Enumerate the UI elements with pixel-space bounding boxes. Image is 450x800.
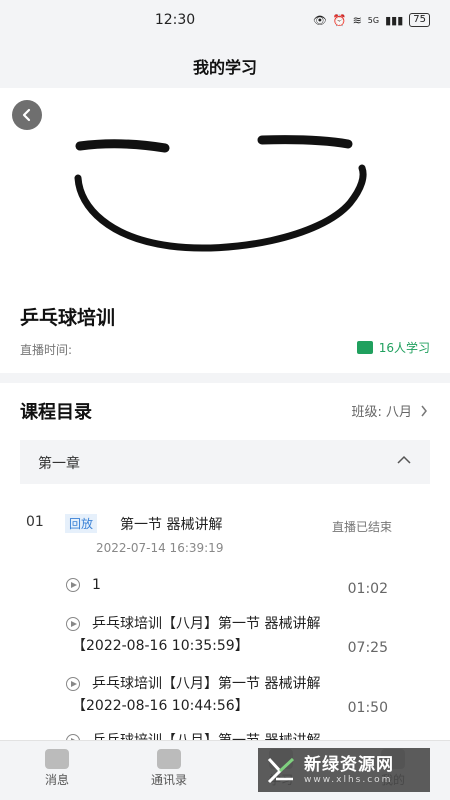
- lesson-number: 01: [26, 514, 44, 530]
- watermark: 新绿资源网 www.xlhs.com: [258, 748, 430, 792]
- status-bar: 12:30 👁 ⏰ ≋ 5G ▮▮▮ 75: [0, 0, 450, 42]
- smiley-drawing: [74, 135, 367, 252]
- live-time-label: 直播时间:: [20, 343, 73, 357]
- tv-icon: [356, 341, 373, 354]
- watermark-title: 新绿资源网: [304, 755, 394, 775]
- play-icon: [66, 617, 80, 631]
- learner-count-label: 16人学习: [378, 341, 430, 355]
- video-duration: 01:50: [347, 700, 388, 716]
- course-cover: [0, 88, 450, 283]
- lesson-status: 直播已结束: [331, 520, 392, 534]
- catalog-title: 课程目录: [20, 402, 92, 423]
- play-icon: [66, 677, 80, 691]
- chevron-right-icon: [421, 405, 427, 416]
- status-time: 12:30: [154, 12, 196, 28]
- lesson-title: 第一节 器械讲解: [120, 517, 223, 533]
- message-icon: [45, 749, 69, 769]
- play-icon: [66, 578, 80, 592]
- video-timestamp: 【2022-08-16 10:35:59】: [72, 638, 249, 654]
- class-label: 班级: 八月: [351, 405, 412, 420]
- eye-icon: 👁: [312, 13, 327, 27]
- chevron-up-icon: [397, 455, 411, 464]
- tab-contacts[interactable]: 通讯录: [124, 741, 214, 800]
- section-divider: [0, 373, 450, 383]
- course-info: 乒乓球培训 直播时间: 16人学习: [0, 283, 450, 373]
- video-duration: 07:25: [347, 640, 388, 656]
- video-timestamp: 【2022-08-16 10:44:56】: [72, 698, 249, 714]
- network-label: 5G: [367, 15, 380, 25]
- chapter-header[interactable]: 第一章: [20, 440, 430, 484]
- page-title: 我的学习: [192, 58, 257, 77]
- status-icons: 👁 ⏰ ≋ 5G ▮▮▮ 75: [313, 13, 430, 27]
- chapter-label: 第一章: [38, 456, 80, 472]
- video-title: 乒乓球培训【八月】第一节 器械讲解: [92, 676, 321, 692]
- contacts-icon: [157, 749, 181, 769]
- learner-count: 16人学习: [356, 339, 430, 356]
- header: 我的学习: [0, 42, 450, 88]
- lesson-date: 2022-07-14 16:39:19: [96, 541, 224, 555]
- battery-icon: 75: [409, 13, 430, 27]
- video-duration: 01:02: [347, 581, 388, 597]
- tab-label: 消息: [44, 773, 69, 787]
- course-title: 乒乓球培训: [20, 307, 116, 329]
- wifi-icon: ≋: [352, 13, 362, 27]
- watermark-logo: [267, 757, 295, 784]
- class-selector[interactable]: 班级: 八月: [351, 401, 428, 420]
- signal-icon: ▮▮▮: [385, 13, 404, 27]
- alarm-icon: ⏰: [332, 13, 347, 27]
- video-title: 1: [92, 577, 101, 593]
- tab-messages[interactable]: 消息: [12, 741, 102, 800]
- tab-label: 通讯录: [150, 773, 187, 787]
- video-title: 乒乓球培训【八月】第一节 器械讲解: [92, 616, 321, 632]
- replay-badge: 回放: [65, 514, 98, 533]
- watermark-subtitle: www.xlhs.com: [304, 775, 393, 785]
